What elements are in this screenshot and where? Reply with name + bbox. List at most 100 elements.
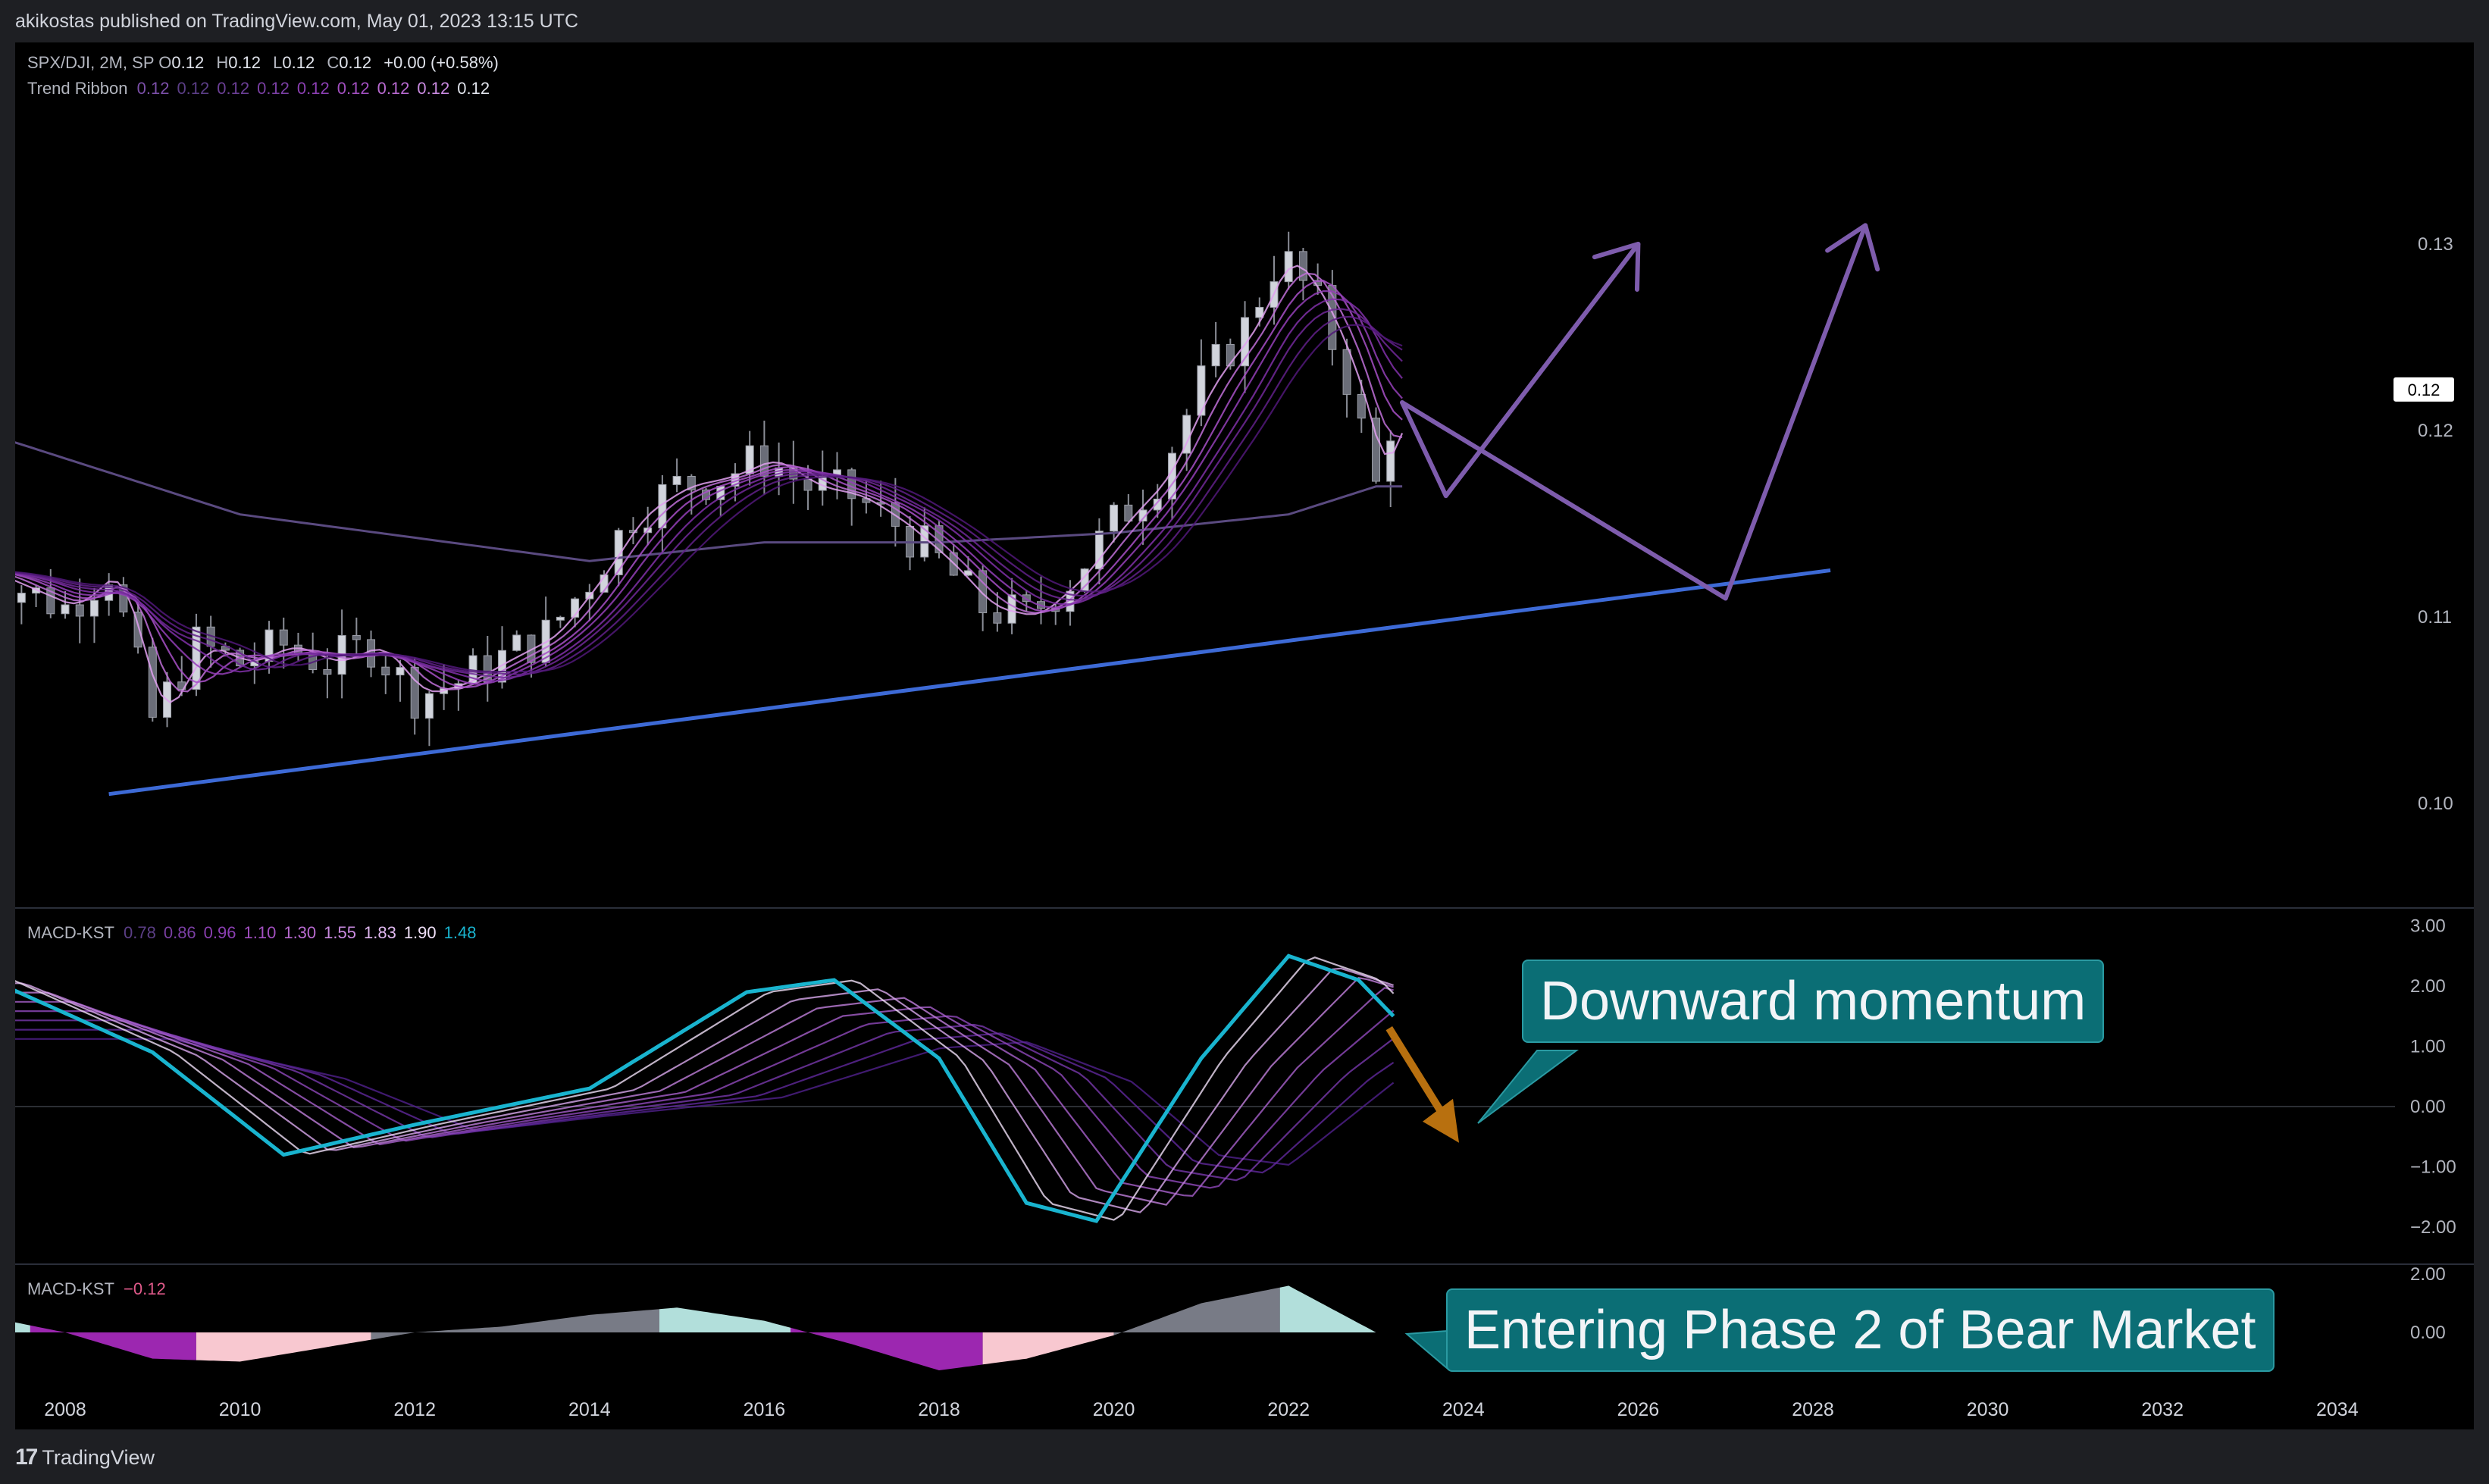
close-value: 0.12 [339,53,372,72]
candle-body [1386,440,1395,482]
hist-value: −0.12 [124,1279,166,1298]
callout-downward-momentum: Downward momentum [1522,960,2105,1043]
price-axis-tick: 0.10 [2418,794,2453,814]
hist-area [196,1332,371,1362]
time-axis-tick: 2022 [1267,1399,1310,1420]
change-value: +0.00 (+0.58%) [384,53,499,72]
projection-leg-3 [1400,400,1728,601]
macd-value: 1.48 [443,923,477,942]
hist-axis-tick: 0.00 [2410,1323,2446,1343]
macd-label: MACD-KST [27,923,114,942]
macd-axis-tick: 2.00 [2410,976,2446,997]
ribbon-value: 0.12 [457,79,490,98]
candle-body [993,612,1002,624]
projection-leg-2 [1443,242,1641,499]
ribbon-values: 0.12 0.12 0.12 0.12 0.12 0.12 0.12 0.12 0.12 [137,79,497,98]
macd-value: 0.78 [124,923,156,942]
ribbon-value: 0.12 [217,79,250,98]
open-value: 0.12 [171,53,205,72]
projection-leg-4 [1723,223,1868,601]
ribbon-value: 0.12 [337,79,370,98]
ribbon-value: 0.12 [257,79,290,98]
macd-axis-tick: 1.00 [2410,1037,2446,1057]
candle-body [323,668,332,675]
candle-body [424,693,434,719]
time-axis-tick: 2026 [1617,1399,1660,1420]
candle-body [352,634,361,640]
candle-body [556,616,565,621]
ribbon-value: 0.12 [136,79,170,98]
time-axis-tick: 2016 [744,1399,786,1420]
candle-body [1284,251,1293,283]
tradingview-logo-icon: 17 [15,1445,38,1470]
chart-canvas[interactable]: 0.13 0.12 0.11 0.10 3.00 2.00 1.00 0.00 −1.00 −2.… [15,42,2474,1429]
macd-axis-tick: 3.00 [2410,916,2446,937]
macd-axis-tick: 0.00 [2410,1097,2446,1117]
macd-value: 1.10 [243,923,277,942]
tradingview-brand: TradingView [42,1445,155,1469]
hist-area [371,1309,659,1340]
ribbon-ma-line [15,280,1403,689]
candle-body [1357,393,1366,419]
ribbon-value: 0.12 [417,79,450,98]
tradingview-logo[interactable]: 17 TradingView [15,1445,155,1470]
hist-area [30,1325,196,1360]
time-axis-tick: 2020 [1093,1399,1135,1420]
macd-signal-line [15,977,1394,1206]
close-label: C [327,53,340,72]
open-label: O [158,53,172,72]
symbol-label: SPX/DJI, 2M, SP [27,53,155,72]
price-badge-text: 0.12 [2408,380,2440,399]
time-axis-tick: 2034 [2316,1399,2359,1420]
price-axis-tick: 0.11 [2418,607,2452,628]
ribbon-ma-line [15,265,1404,704]
candle-body [1211,343,1220,367]
price-axis-tick: 0.13 [2418,234,2453,255]
low-label: L [273,53,283,72]
ribbon-value: 0.12 [377,79,410,98]
candle-body [89,600,99,617]
callout-pointer [1477,1050,1579,1124]
candle-body [1110,504,1119,532]
hist-legend: MACD-KST −0.12 [27,1279,166,1299]
hist-area [791,1327,983,1370]
hist-area [1279,1285,1385,1332]
time-axis-tick: 2018 [918,1399,960,1420]
macd-value: 1.90 [403,923,437,942]
candle-body [803,478,812,491]
macd-legend: MACD-KST 0.78 0.86 0.96 1.10 1.30 1.55 1.83 1.9… [27,923,484,943]
candle-body [17,593,26,603]
price-legend: SPX/DJI, 2M, SP O0.12 H0.12 L0.12 C0.12 … [27,53,506,73]
ribbon-value: 0.12 [296,79,330,98]
macd-value: 1.30 [283,923,317,942]
candle-body [410,667,419,719]
candle-body [672,475,681,485]
callout-phase-text: Entering Phase 2 of Bear Market [1464,1300,2256,1360]
macd-signal-line [15,1019,1395,1182]
time-axis-tick: 2024 [1442,1399,1485,1420]
macd-axis-tick: −2.00 [2410,1217,2456,1238]
ribbon-value: 0.12 [177,79,210,98]
hist-label: MACD-KST [27,1279,114,1298]
callout-momentum-text: Downward momentum [1540,971,2087,1032]
support-trendline [108,568,1831,797]
hist-area [15,1322,30,1332]
candle-body [512,634,521,651]
candle-body [279,629,288,646]
high-label: H [216,53,229,72]
ribbon-label: Trend Ribbon [27,79,128,98]
macd-value: 0.86 [163,923,196,942]
time-axis-tick: 2032 [2141,1399,2184,1420]
candle-body [75,604,84,617]
publish-header: akikostas published on TradingView.com, … [0,0,2489,42]
chart-area[interactable]: 0.13 0.12 0.11 0.10 3.00 2.00 1.00 0.00 −1.00 −2.… [15,42,2474,1429]
hist-axis-tick: 2.00 [2410,1264,2446,1285]
candle-body [396,667,405,676]
macd-value: 1.83 [363,923,396,942]
time-axis-tick: 2028 [1792,1399,1834,1420]
callout-bear-phase: Entering Phase 2 of Bear Market [1446,1288,2275,1372]
ribbon-legend: Trend Ribbon 0.12 0.12 0.12 0.12 0.12 0.12 0.1… [27,79,497,99]
macd-signal-line [15,956,1395,1221]
candle-body [1342,349,1351,395]
price-axis-tick: 0.12 [2418,421,2453,441]
